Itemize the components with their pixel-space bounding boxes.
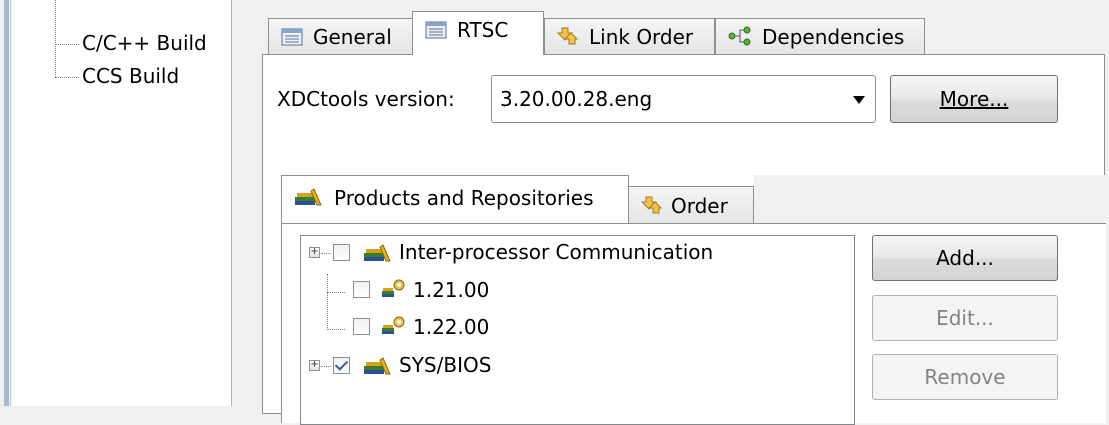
- checkbox-ipc[interactable]: [333, 244, 350, 261]
- tab-order[interactable]: Order: [628, 186, 754, 224]
- package-icon: [381, 314, 407, 343]
- tab-label: General: [313, 25, 392, 49]
- nav-item-ccs-build[interactable]: CCS Build: [82, 63, 179, 89]
- books-icon: [363, 356, 391, 381]
- properties-content: General RTSC Link Order Dependencies XDC…: [233, 0, 1109, 425]
- tab-label: Products and Repositories: [334, 186, 594, 210]
- more-button-label: More...: [939, 87, 1009, 111]
- tab-products-and-repositories[interactable]: Products and Repositories: [281, 175, 629, 223]
- nav-tree-line: [55, 77, 79, 78]
- tree-item-label: SYS/BIOS: [399, 353, 492, 377]
- page-icon: [281, 21, 303, 57]
- books-icon: [294, 178, 322, 222]
- tree-connector-line: [321, 253, 331, 254]
- tree-connector-line: [327, 292, 345, 293]
- edit-button-label: Edit...: [936, 306, 994, 330]
- nav-item-cc-build[interactable]: C/C++ Build: [82, 30, 207, 56]
- books-icon: [363, 243, 391, 268]
- expand-icon[interactable]: +: [309, 360, 320, 371]
- properties-nav-tree: C/C++ Build CCS Build: [12, 0, 232, 406]
- tree-item-label: 1.22.00: [413, 315, 490, 339]
- tree-item-label: Inter-processor Communication: [399, 240, 714, 264]
- remove-button[interactable]: Remove: [872, 354, 1058, 400]
- rtsc-tab-panel: XDCtools version: 3.20.00.28.eng More...…: [262, 54, 1106, 425]
- dependencies-icon: [728, 21, 752, 57]
- window-edge-strip: [4, 0, 9, 406]
- more-button[interactable]: More...: [890, 75, 1058, 123]
- link-order-icon: [556, 21, 579, 57]
- tab-label: Dependencies: [762, 25, 905, 49]
- window-left-edge: [0, 0, 11, 406]
- tab-link-order[interactable]: Link Order: [544, 18, 715, 56]
- checkbox-ipc-1-22[interactable]: [353, 318, 370, 335]
- tree-item-label: 1.21.00: [413, 278, 490, 302]
- tab-label: Order: [671, 194, 728, 218]
- remove-button-label: Remove: [924, 365, 1006, 389]
- tree-connector-line: [327, 329, 345, 330]
- tab-general[interactable]: General: [268, 18, 413, 56]
- products-tree[interactable]: + Inter-processor Communication 1.21.00 …: [300, 235, 855, 425]
- tab-label: Link Order: [589, 25, 694, 49]
- add-button[interactable]: Add...: [872, 235, 1058, 281]
- tab-rtsc[interactable]: RTSC: [412, 11, 544, 55]
- nav-tree-line: [55, 0, 56, 77]
- page-icon: [425, 14, 447, 50]
- xdctools-version-select[interactable]: 3.20.00.28.eng: [491, 75, 876, 123]
- expand-icon[interactable]: +: [309, 247, 320, 258]
- xdctools-version-label: XDCtools version:: [277, 87, 455, 111]
- inner-tab-strip-background: [754, 175, 1106, 224]
- edit-button[interactable]: Edit...: [872, 295, 1058, 341]
- order-icon: [640, 189, 663, 227]
- chevron-down-icon: [853, 96, 865, 104]
- xdctools-version-value: 3.20.00.28.eng: [500, 87, 653, 111]
- tab-dependencies[interactable]: Dependencies: [715, 18, 925, 56]
- add-button-label: Add...: [936, 246, 994, 270]
- checkbox-sys-bios[interactable]: [333, 357, 350, 374]
- nav-tree-line: [55, 44, 79, 45]
- tree-connector-line: [321, 366, 331, 367]
- tree-connector-line: [327, 274, 328, 330]
- tab-label: RTSC: [457, 18, 509, 42]
- checkbox-ipc-1-21[interactable]: [353, 281, 370, 298]
- package-icon: [381, 277, 407, 306]
